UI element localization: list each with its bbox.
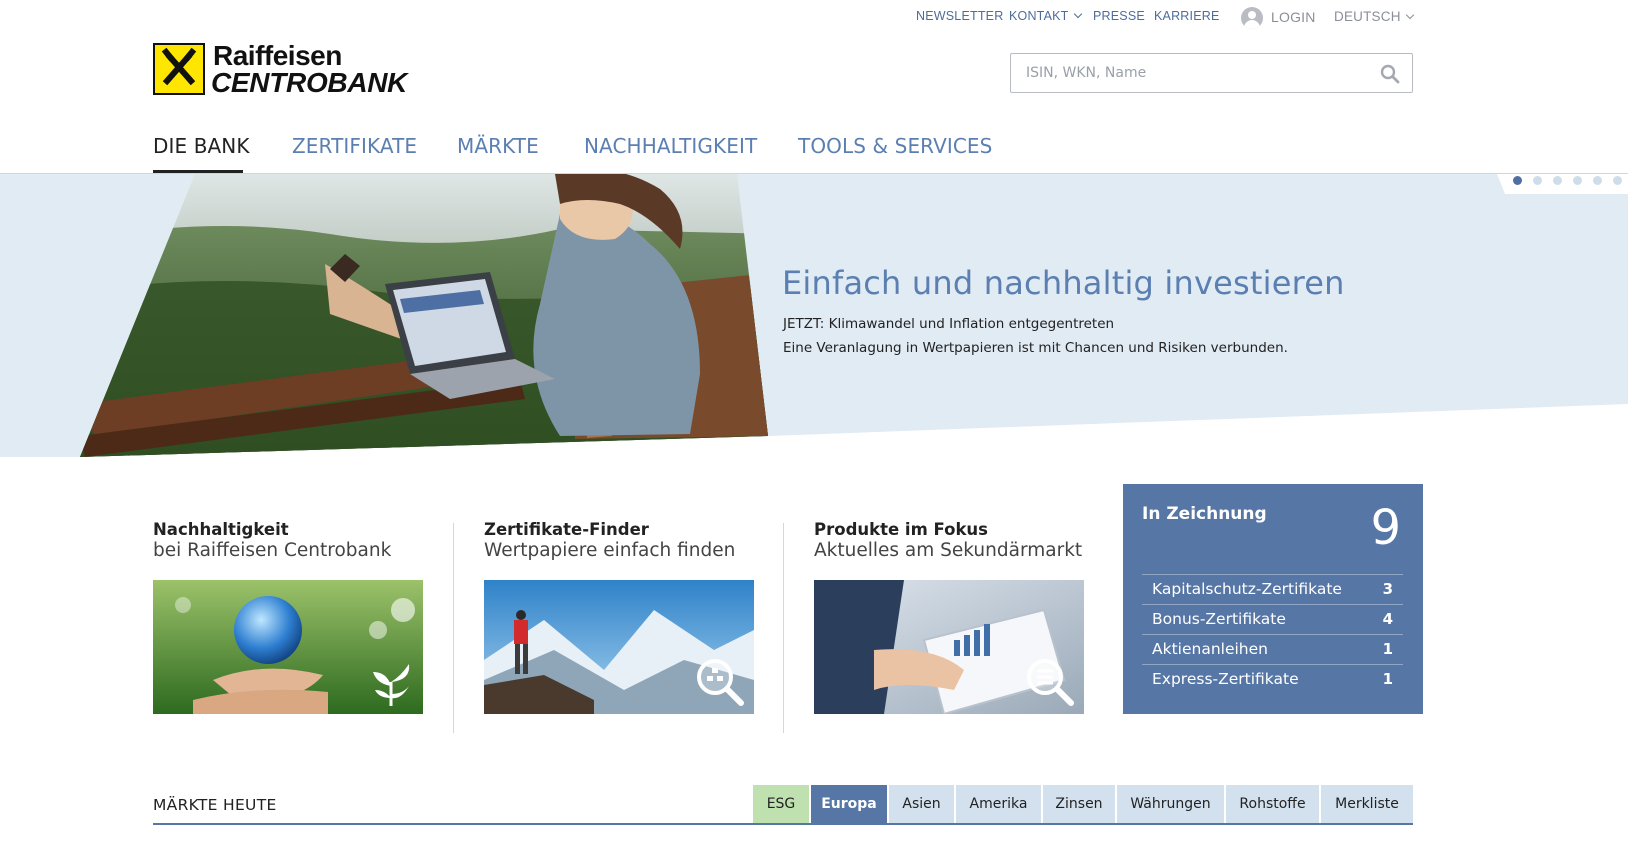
slide-dot-6[interactable]	[1613, 176, 1622, 185]
tab-zertifikate[interactable]: ZERTIFIKATE	[292, 134, 417, 158]
plant-icon	[373, 664, 410, 706]
zeichnung-row-label: Kapitalschutz-Zertifikate	[1152, 580, 1342, 598]
hero-line-2: Eine Veranlagung in Wertpapieren ist mit…	[783, 340, 1288, 356]
tab-rohstoffe[interactable]: Rohstoffe	[1226, 785, 1321, 823]
teaser-image-globe	[153, 580, 423, 714]
zeichnung-row-label: Aktienanleihen	[1152, 640, 1268, 658]
teaser-image-hiker	[484, 580, 754, 714]
slide-dot-1[interactable]	[1513, 176, 1522, 185]
teaser-zertifikate-finder[interactable]: Zertifikate-Finder Wertpapiere einfach f…	[484, 520, 754, 714]
teaser-divider	[453, 523, 454, 733]
hero-banner[interactable]: Einfach und nachhaltig investieren JETZT…	[0, 174, 1628, 459]
raiffeisen-gable-cross-icon	[153, 43, 205, 95]
teaser-subtitle: Aktuelles am Sekundärmarkt	[814, 540, 1083, 561]
tab-zinsen[interactable]: Zinsen	[1043, 785, 1117, 823]
zeichnung-title: In Zeichnung	[1142, 504, 1267, 524]
zeichnung-row-label: Express-Zertifikate	[1152, 670, 1299, 688]
teaser-divider	[783, 523, 784, 733]
zeichnung-row-count: 4	[1382, 610, 1393, 628]
kontakt-label: KONTAKT	[1009, 9, 1069, 23]
user-icon[interactable]	[1241, 7, 1263, 29]
tab-esg[interactable]: ESG	[753, 785, 811, 823]
teaser-title: Produkte im Fokus	[814, 520, 988, 539]
search-box	[1010, 53, 1413, 93]
tab-europa[interactable]: Europa	[811, 785, 889, 823]
maerkte-divider	[153, 823, 1413, 825]
teaser-nachhaltigkeit[interactable]: Nachhaltigkeit bei Raiffeisen Centrobank	[153, 520, 423, 714]
search-list-icon	[1027, 659, 1074, 706]
zeichnung-row-aktienanleihen[interactable]: Aktienanleihen 1	[1142, 634, 1403, 664]
teaser-title: Zertifikate-Finder	[484, 520, 649, 539]
zeichnung-row-express[interactable]: Express-Zertifikate 1	[1142, 664, 1403, 694]
zeichnung-list: Kapitalschutz-Zertifikate 3 Bonus-Zertif…	[1142, 574, 1403, 694]
zeichnung-row-count: 1	[1382, 640, 1393, 658]
slide-dot-2[interactable]	[1533, 176, 1542, 185]
zeichnung-row-bonus[interactable]: Bonus-Zertifikate 4	[1142, 604, 1403, 634]
karriere-link[interactable]: KARRIERE	[1154, 9, 1220, 23]
chevron-down-icon	[1405, 10, 1414, 20]
tab-waehrungen[interactable]: Währungen	[1117, 785, 1226, 823]
zeichnung-row-label: Bonus-Zertifikate	[1152, 610, 1286, 628]
tab-amerika[interactable]: Amerika	[956, 785, 1043, 823]
slide-dot-5[interactable]	[1593, 176, 1602, 185]
teaser-title: Nachhaltigkeit	[153, 520, 289, 539]
language-label: DEUTSCH	[1334, 9, 1401, 24]
tab-maerkte[interactable]: MÄRKTE	[457, 134, 539, 158]
presse-link[interactable]: PRESSE	[1093, 9, 1145, 23]
kontakt-menu[interactable]: KONTAKT	[1009, 9, 1082, 23]
slide-dot-3[interactable]	[1553, 176, 1562, 185]
tab-merkliste[interactable]: Merkliste	[1321, 785, 1413, 823]
teaser-subtitle: Wertpapiere einfach finden	[484, 540, 736, 561]
logo-text-centrobank: CENTROBANK	[211, 67, 408, 98]
teaser-produkte-im-fokus[interactable]: Produkte im Fokus Aktuelles am Sekundärm…	[814, 520, 1084, 714]
chevron-down-icon	[1073, 9, 1082, 19]
zeichnung-row-kapitalschutz[interactable]: Kapitalschutz-Zertifikate 3	[1142, 574, 1403, 604]
tab-tools-services[interactable]: TOOLS & SERVICES	[798, 134, 992, 158]
login-link[interactable]: LOGIN	[1271, 9, 1316, 25]
in-zeichnung-box: In Zeichnung 9 Kapitalschutz-Zertifikate…	[1123, 484, 1423, 714]
search-input[interactable]	[1011, 54, 1412, 92]
hero-line-1: JETZT: Klimawandel und Inflation entgege…	[783, 316, 1115, 332]
tab-die-bank[interactable]: DIE BANK	[153, 134, 250, 158]
utility-nav: NEWSLETTER KONTAKT PRESSE KARRIERE LOGIN…	[0, 7, 1628, 29]
main-nav: DIE BANK ZERTIFIKATE MÄRKTE NACHHALTIGKE…	[0, 128, 1628, 174]
zeichnung-row-count: 1	[1382, 670, 1393, 688]
tab-asien[interactable]: Asien	[889, 785, 956, 823]
slider-dots	[1500, 174, 1628, 194]
hero-title: Einfach und nachhaltig investieren	[782, 264, 1345, 302]
maerkte-heute-heading: MÄRKTE HEUTE	[153, 796, 277, 814]
raiffeisen-centrobank-logo[interactable]: Raiffeisen CENTROBANK	[153, 40, 423, 98]
search-icon	[697, 659, 744, 706]
search-icon[interactable]	[1380, 64, 1400, 84]
teaser-subtitle: bei Raiffeisen Centrobank	[153, 540, 392, 561]
slide-dot-4[interactable]	[1573, 176, 1582, 185]
zeichnung-row-count: 3	[1382, 580, 1393, 598]
language-selector[interactable]: DEUTSCH	[1334, 9, 1414, 24]
teaser-image-tablet	[814, 580, 1084, 714]
newsletter-link[interactable]: NEWSLETTER	[916, 9, 1003, 23]
zeichnung-total-count: 9	[1370, 500, 1401, 556]
tab-nachhaltigkeit[interactable]: NACHHALTIGKEIT	[584, 134, 757, 158]
